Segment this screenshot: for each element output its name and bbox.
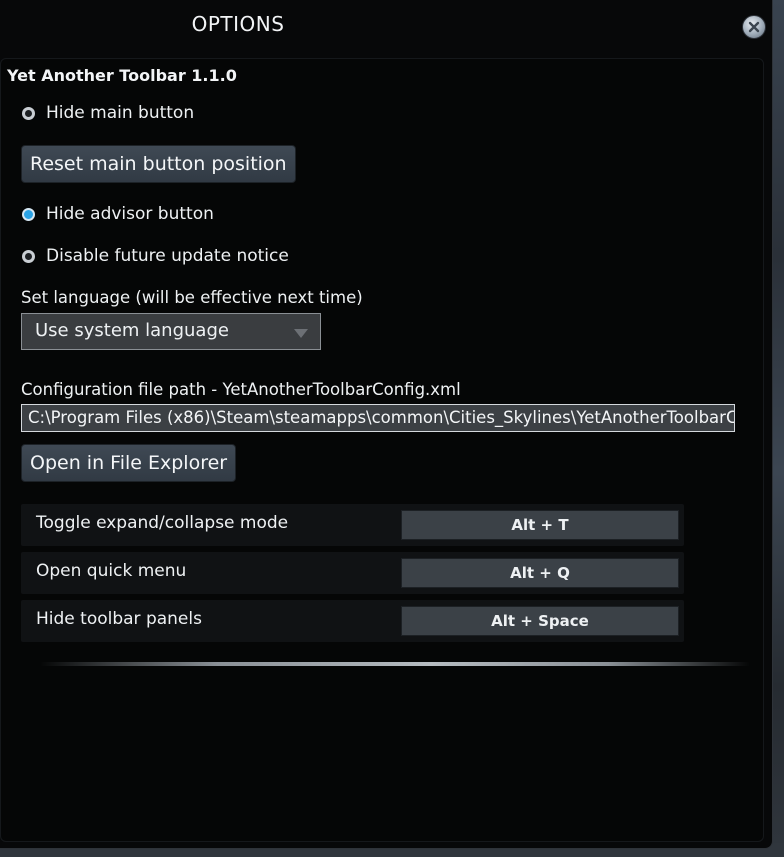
hotkey-button[interactable]: Alt + Space [401, 606, 679, 636]
config-path-value: C:\Program Files (x86)\Steam\steamapps\c… [28, 408, 735, 427]
hide-advisor-button-label: Hide advisor button [46, 204, 214, 224]
hide-main-button-option[interactable]: Hide main button [22, 102, 194, 124]
disable-update-notice-checkbox[interactable] [22, 249, 35, 263]
config-path-field[interactable]: C:\Program Files (x86)\Steam\steamapps\c… [21, 404, 735, 432]
language-selected-value: Use system language [35, 320, 229, 341]
options-titlebar[interactable]: OPTIONS [0, 0, 772, 50]
hotkey-label: Hide toolbar panels [36, 609, 202, 629]
language-label: Set language (will be effective next tim… [21, 288, 363, 307]
hide-advisor-button-option[interactable]: Hide advisor button [22, 203, 214, 225]
close-icon [748, 21, 760, 33]
language-dropdown[interactable]: Use system language [21, 313, 321, 350]
open-in-file-explorer-button[interactable]: Open in File Explorer [21, 444, 237, 482]
hide-main-button-label: Hide main button [46, 103, 195, 123]
hotkey-row: Toggle expand/collapse mode Alt + T [21, 504, 684, 546]
options-window: OPTIONS Yet Another Toolbar 1.1.0 Hide m… [0, 0, 773, 849]
reset-main-button-position-button[interactable]: Reset main button position [21, 145, 296, 183]
hide-advisor-button-checkbox[interactable] [22, 207, 35, 221]
hide-main-button-checkbox[interactable] [22, 106, 35, 120]
hotkey-label: Toggle expand/collapse mode [36, 513, 289, 533]
hotkey-label: Open quick menu [36, 561, 187, 581]
hotkey-row: Hide toolbar panels Alt + Space [21, 600, 684, 642]
section-divider [40, 662, 750, 666]
config-path-label: Configuration file path - YetAnotherTool… [21, 380, 461, 399]
hotkey-button[interactable]: Alt + T [401, 510, 679, 540]
chevron-down-icon [294, 329, 308, 338]
mod-section-title: Yet Another Toolbar 1.1.0 [7, 66, 237, 85]
window-title: OPTIONS [191, 12, 285, 36]
close-button[interactable] [742, 15, 766, 39]
disable-update-notice-label: Disable future update notice [46, 246, 289, 266]
disable-update-notice-option[interactable]: Disable future update notice [22, 245, 289, 267]
hotkey-row: Open quick menu Alt + Q [21, 552, 684, 594]
hotkey-button[interactable]: Alt + Q [401, 558, 679, 588]
